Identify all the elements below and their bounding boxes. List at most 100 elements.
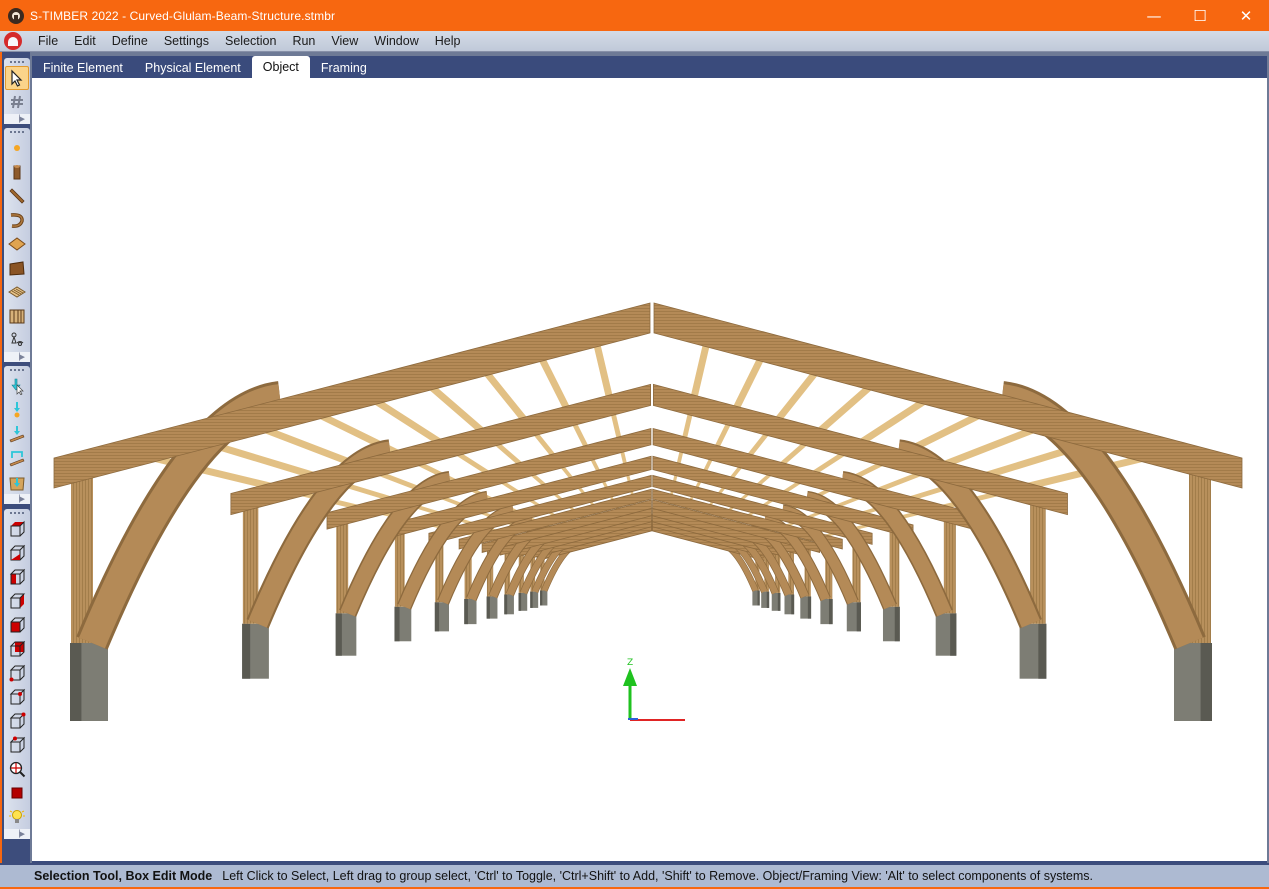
tab-physical-element[interactable]: Physical Element (134, 58, 252, 78)
area-load-icon (9, 477, 25, 491)
curved-beam-icon (10, 213, 24, 228)
toolbar-expand[interactable]: ▕▶ (4, 494, 30, 504)
slab-icon (8, 237, 26, 251)
menu-file[interactable]: File (30, 31, 66, 52)
wall-tool[interactable] (5, 256, 29, 280)
footing-shade (70, 643, 82, 721)
footing-shade (757, 590, 760, 606)
view-bottom-tool[interactable] (5, 541, 29, 565)
menu-bar: File Edit Define Settings Selection Run … (0, 31, 1269, 52)
footing-shade (766, 591, 770, 608)
minimize-button[interactable]: — (1131, 0, 1177, 31)
column-tool[interactable] (5, 160, 29, 184)
loads-toolbar: ▕▶ (4, 366, 30, 504)
model-scene[interactable]: Z (32, 78, 1267, 861)
view-iso-2-icon (9, 688, 26, 705)
toolbar-grip[interactable] (4, 128, 30, 136)
view-iso-2-tool[interactable] (5, 685, 29, 709)
view-iso-3-tool[interactable] (5, 709, 29, 733)
lighting-tool[interactable] (5, 805, 29, 829)
menu-edit[interactable]: Edit (66, 31, 104, 52)
menu-help[interactable]: Help (427, 31, 469, 52)
select-pointer-tool[interactable] (5, 66, 29, 90)
framed-wall-tool[interactable] (5, 304, 29, 328)
node-icon (14, 145, 20, 151)
toolbar-grip[interactable] (4, 58, 30, 66)
menu-window[interactable]: Window (366, 31, 426, 52)
snap-select-tool[interactable] (5, 90, 29, 114)
view-iso-4-tool[interactable] (5, 733, 29, 757)
view-left-tool[interactable] (5, 565, 29, 589)
app-icon[interactable] (8, 7, 24, 24)
menu-define[interactable]: Define (104, 31, 156, 52)
view-left-icon (9, 568, 26, 585)
views-toolbar: ▕▶ (4, 509, 30, 839)
minimize-icon: — (1146, 6, 1162, 25)
node-tool[interactable] (5, 136, 29, 160)
load-select-tool[interactable] (5, 374, 29, 398)
s-frame-logo-icon[interactable] (4, 32, 22, 50)
curved-beam-tool[interactable] (5, 208, 29, 232)
footing-shade (434, 602, 440, 632)
slab-tool[interactable] (5, 232, 29, 256)
view-front-tool[interactable] (5, 613, 29, 637)
view-back-tool[interactable] (5, 637, 29, 661)
toolbar-expand[interactable]: ▕▶ (4, 352, 30, 362)
render-solid-icon (11, 787, 23, 799)
tab-framing[interactable]: Framing (310, 58, 378, 78)
footing-shade (518, 592, 522, 611)
lighting-icon (9, 810, 25, 823)
framed-floor-tool[interactable] (5, 280, 29, 304)
footing-shade (530, 591, 533, 608)
footing-shade (950, 613, 957, 656)
axis-triad: Z (623, 658, 685, 721)
menu-selection[interactable]: Selection (217, 31, 284, 52)
maximize-button[interactable]: ☐ (1177, 0, 1223, 31)
footing-shade (242, 623, 251, 679)
distributed-load-tool[interactable] (5, 446, 29, 470)
beam-tool[interactable] (5, 184, 29, 208)
3d-viewport[interactable]: Z (32, 78, 1267, 861)
view-iso-1-tool[interactable] (5, 661, 29, 685)
render-solid-tool[interactable] (5, 781, 29, 805)
view-iso-3-icon (9, 712, 26, 729)
z-axis-label: Z (627, 658, 633, 668)
toolbar-grip[interactable] (4, 366, 30, 374)
tab-object[interactable]: Object (251, 56, 310, 78)
menu-settings[interactable]: Settings (156, 31, 217, 52)
status-bar: Selection Tool, Box Edit Mode Left Click… (0, 863, 1269, 889)
toolbar-grip[interactable] (4, 509, 30, 517)
beam-icon (9, 188, 25, 204)
point-load-tool[interactable] (5, 398, 29, 422)
status-mode: Selection Tool, Box Edit Mode (34, 869, 213, 883)
document-area: Finite Element Physical Element Object F… (32, 56, 1267, 863)
view-top-tool[interactable] (5, 517, 29, 541)
menu-view[interactable]: View (323, 31, 366, 52)
footing-shade (486, 596, 490, 619)
load-select-icon (11, 378, 24, 395)
support-icon (11, 332, 24, 346)
close-button[interactable]: ✕ (1223, 0, 1269, 31)
area-load-tool[interactable] (5, 470, 29, 494)
toolbar-expand[interactable]: ▕▶ (4, 829, 30, 839)
menu-run[interactable]: Run (284, 31, 323, 52)
tab-finite-element[interactable]: Finite Element (32, 58, 134, 78)
framed-wall-icon (9, 309, 25, 324)
window-title: S-TIMBER 2022 - Curved-Glulam-Beam-Struc… (30, 8, 336, 23)
title-bar: S-TIMBER 2022 - Curved-Glulam-Beam-Struc… (0, 0, 1269, 31)
selection-toolbar: ▕▶ (4, 58, 30, 124)
view-bottom-icon (9, 544, 26, 561)
column-icon (13, 165, 21, 180)
view-front-icon (10, 616, 26, 633)
zoom-extents-tool[interactable] (5, 757, 29, 781)
support-tool[interactable] (5, 328, 29, 352)
line-load-tool[interactable] (5, 422, 29, 446)
framed-floor-icon (8, 286, 26, 298)
close-icon: ✕ (1239, 6, 1253, 25)
toolbar-expand[interactable]: ▕▶ (4, 114, 30, 124)
footing-shade (807, 596, 812, 619)
z-axis-arrow (623, 668, 637, 686)
view-right-tool[interactable] (5, 589, 29, 613)
wall-icon (9, 261, 25, 276)
footing-shade (894, 606, 900, 642)
